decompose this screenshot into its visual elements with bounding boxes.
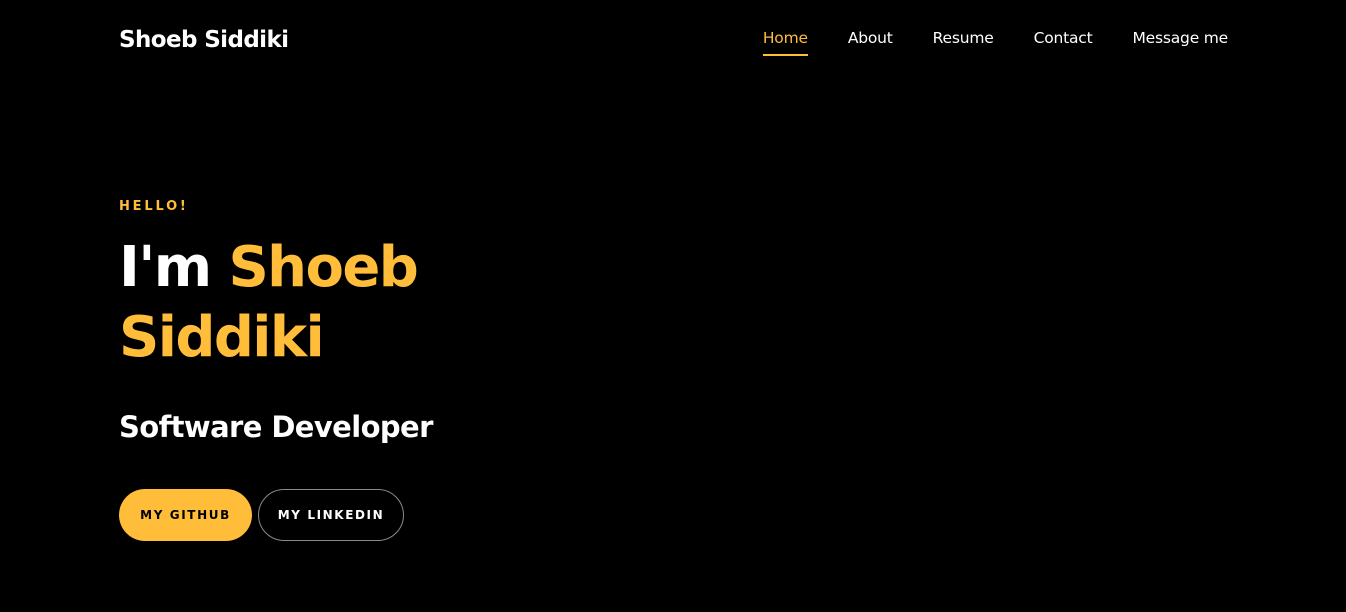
nav-link-resume[interactable]: Resume [933, 27, 994, 56]
navbar: Shoeb Siddiki Home About Resume Contact … [0, 0, 1346, 80]
hero-greeting: HELLO! [119, 199, 189, 214]
github-button[interactable]: MY GITHUB [119, 489, 252, 541]
page: Shoeb Siddiki Home About Resume Contact … [0, 0, 1346, 612]
hero-buttons: MY GITHUB MY LINKEDIN [119, 489, 404, 541]
linkedin-button[interactable]: MY LINKEDIN [258, 489, 404, 541]
hero-section: HELLO! I'm Shoeb Siddiki Software Develo… [119, 197, 719, 447]
nav-links: Home About Resume Contact Message me [700, 27, 1228, 56]
hero-role: Software Developer [119, 410, 433, 444]
nav-link-message-me[interactable]: Message me [1133, 27, 1229, 56]
nav-link-contact[interactable]: Contact [1034, 27, 1093, 56]
brand-logo[interactable]: Shoeb Siddiki [119, 25, 289, 55]
nav-link-home[interactable]: Home [762, 27, 808, 56]
nav-link-about[interactable]: About [848, 27, 893, 56]
hero-headline: I'm Shoeb Siddiki [119, 233, 449, 373]
hero-intro: I'm [119, 235, 212, 300]
